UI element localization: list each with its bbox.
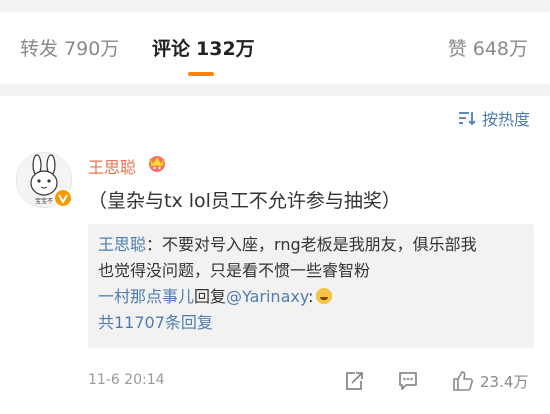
tab-reposts[interactable]: 转发 790万 (20, 34, 119, 61)
sort-by-hot-button[interactable]: 按热度 (458, 106, 530, 130)
section-divider (0, 84, 550, 96)
reply-text-line1: ：不要对号入座，rng老板是我朋友，俱乐部我 (146, 235, 477, 254)
reply-item: 王思聪：不要对号入座，rng老板是我朋友，俱乐部我 (98, 232, 524, 258)
reply-item: 一村那点事儿回复@Yarinaxy: (98, 284, 524, 310)
tab-reposts-label: 转发 (20, 38, 59, 60)
comment-timestamp: 11-6 20:14 (88, 372, 165, 388)
avatar-caption: 宝宝不 (35, 197, 53, 205)
crown-badge-icon (149, 156, 165, 172)
reply-button[interactable] (397, 370, 419, 392)
like-count: 23.4万 (480, 372, 529, 391)
tab-bar: 转发 790万 评论 132万 赞 648万 (0, 12, 550, 84)
reply-preview-box[interactable]: 王思聪：不要对号入座，rng老板是我朋友，俱乐部我 也觉得没问题，只是看不惯一些… (88, 224, 534, 348)
reply-author[interactable]: 一村那点事儿 (98, 287, 194, 306)
share-icon (346, 372, 363, 390)
verified-badge-icon (53, 188, 73, 208)
reply-mention[interactable]: @Yarinaxy (226, 287, 308, 306)
tab-likes[interactable]: 赞 648万 (448, 34, 528, 61)
like-button[interactable]: 23.4万 (452, 370, 528, 392)
reply-colon: : (308, 287, 314, 306)
sort-label: 按热度 (481, 110, 530, 129)
reply-text-line2: 也觉得没问题，只是看不惯一些睿智粉 (98, 261, 371, 280)
top-gray-strip (0, 0, 550, 12)
reply-verb: 回复 (194, 287, 227, 306)
comment-username[interactable]: 王思聪 (88, 154, 136, 178)
reply-author[interactable]: 王思聪 (98, 235, 146, 254)
comment-item: 宝宝不 王思聪 （皇杂与tx lol员工不允许参与抽奖） 王思聪：不要对号入座，… (0, 140, 550, 414)
sort-icon (458, 112, 476, 126)
share-button[interactable] (343, 370, 365, 392)
comment-icon (399, 372, 417, 390)
comment-text: （皇杂与tx lol员工不允许参与抽奖） (88, 190, 401, 212)
active-tab-indicator (188, 72, 214, 76)
laughing-emoji-icon (315, 288, 332, 304)
tab-likes-label: 赞 (447, 38, 467, 60)
view-all-replies-link[interactable]: 共11707条回复 (98, 310, 524, 336)
tab-comments[interactable]: 评论 132万 (152, 34, 255, 61)
tab-comments-label: 评论 (152, 38, 191, 60)
tab-likes-count: 648万 (472, 38, 528, 60)
tab-comments-count: 132万 (196, 38, 255, 60)
thumbs-up-icon (453, 371, 473, 391)
tab-reposts-count: 790万 (64, 38, 120, 60)
